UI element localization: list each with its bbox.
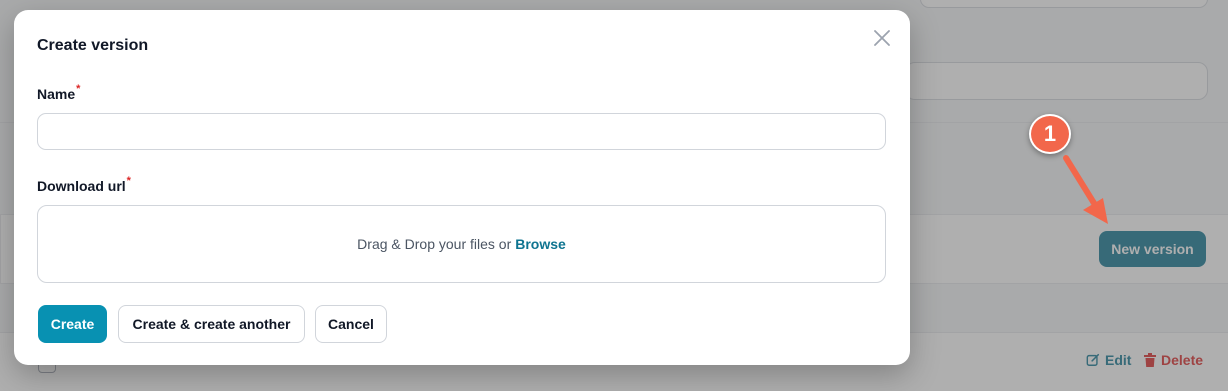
required-marker: *: [76, 83, 81, 95]
annotation-arrow-icon: [1063, 155, 1108, 224]
name-input[interactable]: [37, 113, 886, 150]
create-and-create-another-button[interactable]: Create & create another: [118, 305, 305, 343]
download-url-label-text: Download url: [37, 178, 126, 194]
create-button[interactable]: Create: [38, 305, 107, 343]
name-label-text: Name: [37, 86, 76, 102]
required-marker: *: [126, 175, 131, 187]
browse-link[interactable]: Browse: [515, 236, 566, 252]
name-label: Name*: [37, 83, 81, 102]
step-badge: 1: [1029, 114, 1071, 154]
file-dropzone[interactable]: Drag & Drop your files or Browse: [37, 205, 886, 283]
create-version-modal: Create version Name* Download url* Drag …: [14, 10, 910, 365]
modal-title: Create version: [37, 37, 149, 54]
close-icon[interactable]: [873, 29, 891, 47]
cancel-button[interactable]: Cancel: [315, 305, 387, 343]
dropzone-text: Drag & Drop your files or: [357, 236, 512, 252]
download-url-label: Download url*: [37, 175, 131, 194]
